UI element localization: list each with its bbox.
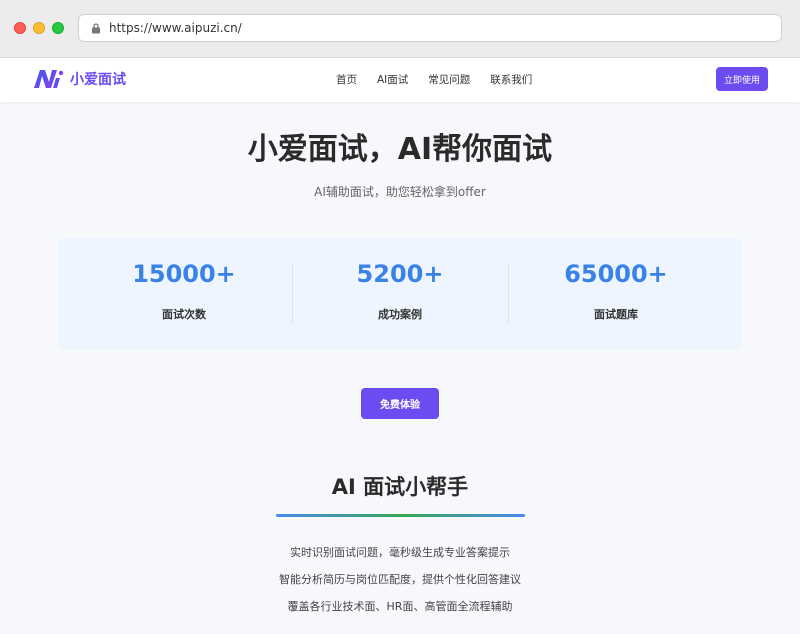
use-now-button[interactable]: 立即使用 [716,67,768,91]
minimize-window-button[interactable] [33,22,45,34]
close-window-button[interactable] [14,22,26,34]
feature-line: 覆盖各行业技术面、HR面、高管面全流程辅助 [287,600,513,613]
stat-label: 成功案例 [378,308,422,321]
address-bar[interactable]: https://www.aipuzi.cn/ [78,14,782,42]
menu-item-ai-interview[interactable]: AI面试 [377,72,408,87]
feature-line: 智能分析简历与岗位匹配度，提供个性化回答建议 [279,573,521,586]
main-menu: 首页 AI面试 常见问题 联系我们 [336,72,552,87]
browser-chrome: https://www.aipuzi.cn/ [0,0,800,58]
top-navigation: 小爱面试 首页 AI面试 常见问题 联系我们 立即使用 [0,58,800,102]
stat-label: 面试题库 [594,308,638,321]
hero-subtitle: AI辅助面试，助您轻松拿到offer [314,185,486,199]
stat-label: 面试次数 [162,308,206,321]
stat-success-cases: 5200+ 成功案例 [286,238,514,350]
stat-interviews: 15000+ 面试次数 [70,238,298,350]
menu-item-home[interactable]: 首页 [336,72,357,87]
free-trial-button[interactable]: 免费体验 [361,388,439,419]
hero-title: 小爱面试，AI帮你面试 [247,132,553,167]
stats-panel: 15000+ 面试次数 5200+ 成功案例 65000+ 面试题库 [58,238,742,350]
feature-line: 实时识别面试问题，毫秒级生成专业答案提示 [290,546,510,559]
menu-item-contact[interactable]: 联系我们 [490,72,532,87]
stat-question-bank: 65000+ 面试题库 [502,238,730,350]
maximize-window-button[interactable] [52,22,64,34]
logo-icon [34,70,64,88]
web-page: 小爱面试 首页 AI面试 常见问题 联系我们 立即使用 小爱面试，AI帮你面试 … [0,58,800,634]
section-title: AI 面试小帮手 [331,475,469,499]
section-underline [276,514,525,517]
menu-item-faq[interactable]: 常见问题 [428,72,470,87]
url-text: https://www.aipuzi.cn/ [109,21,242,35]
site-logo[interactable]: 小爱面试 [32,68,126,90]
lock-icon [92,23,100,34]
stat-value: 15000+ [132,260,236,288]
stat-value: 5200+ [356,260,444,288]
brand-name: 小爱面试 [70,72,126,88]
stat-value: 65000+ [564,260,668,288]
